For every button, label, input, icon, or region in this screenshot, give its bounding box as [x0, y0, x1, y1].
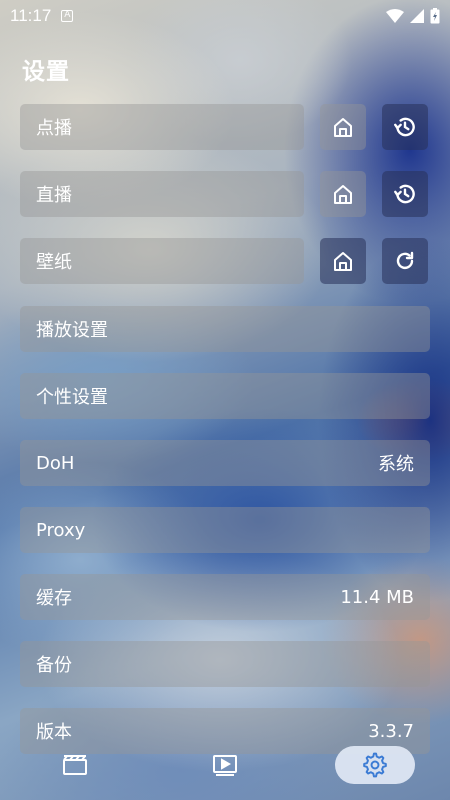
nav-live-button[interactable]	[185, 746, 265, 784]
home-icon	[334, 252, 352, 271]
refresh-icon	[396, 251, 414, 270]
status-time: 11:17	[10, 6, 52, 25]
doh-value: 系统	[378, 454, 414, 475]
home-icon	[334, 118, 352, 137]
proxy-label: Proxy	[36, 519, 86, 541]
page-title: 设置	[22, 59, 70, 85]
cache-value: 11.4 MB	[340, 586, 414, 608]
personal-settings-label: 个性设置	[36, 387, 108, 408]
cell-signal-icon	[410, 9, 424, 23]
cache-label: 缓存	[36, 588, 72, 609]
film-icon	[63, 755, 87, 775]
doh-label: DoH	[36, 452, 75, 474]
live-history-button[interactable]	[382, 171, 428, 217]
doh-row[interactable]: DoH 系统	[20, 440, 430, 486]
home-icon	[334, 185, 352, 204]
nav-settings-button[interactable]	[335, 746, 415, 784]
cache-row[interactable]: 缓存 11.4 MB	[20, 574, 430, 620]
history-icon	[394, 184, 415, 204]
play-icon	[213, 755, 237, 776]
wallpaper-row[interactable]: 壁纸	[20, 238, 304, 284]
wifi-icon	[386, 9, 404, 23]
battery-charging-icon	[430, 8, 440, 24]
live-row[interactable]: 直播	[20, 171, 304, 217]
backup-label: 备份	[36, 655, 72, 676]
personal-settings-row[interactable]: 个性设置	[20, 373, 430, 419]
wallpaper-refresh-button[interactable]	[382, 238, 428, 284]
proxy-row[interactable]: Proxy	[20, 507, 430, 553]
wallpaper-home-button[interactable]	[320, 238, 366, 284]
player-settings-label: 播放设置	[36, 320, 108, 341]
vod-history-button[interactable]	[382, 104, 428, 150]
vod-label: 点播	[36, 118, 72, 139]
bottom-navigation	[0, 736, 450, 800]
notification-icon: A	[61, 10, 74, 22]
live-home-button[interactable]	[320, 171, 366, 217]
backup-row[interactable]: 备份	[20, 641, 430, 687]
nav-vod-button[interactable]	[35, 746, 115, 784]
player-settings-row[interactable]: 播放设置	[20, 306, 430, 352]
vod-row[interactable]: 点播	[20, 104, 304, 150]
gear-icon	[363, 752, 387, 778]
status-bar: 11:17 A	[0, 0, 450, 32]
status-icons	[386, 8, 440, 24]
wallpaper-label: 壁纸	[36, 252, 72, 273]
history-icon	[394, 117, 415, 137]
vod-home-button[interactable]	[320, 104, 366, 150]
live-label: 直播	[36, 185, 72, 206]
